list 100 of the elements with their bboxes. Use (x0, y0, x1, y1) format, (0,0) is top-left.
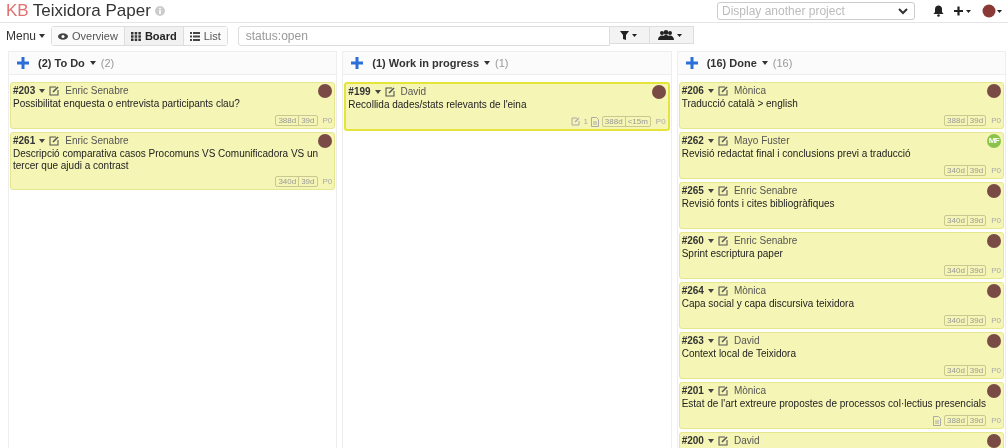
add-task-icon[interactable] (351, 57, 364, 69)
avatar-placeholder (987, 183, 1001, 198)
link-count: 1 (583, 117, 588, 126)
edit-icon[interactable] (49, 135, 60, 146)
age-label: 39d (968, 366, 985, 375)
add-task-icon[interactable] (685, 57, 698, 69)
task-card[interactable]: #203 Enric Senabre Possibilitat enquesta o entrevista participants clau? 388d 39d P0 (10, 82, 336, 129)
task-title[interactable]: Revisió fonts i cites bibliogràfiques (681, 198, 1001, 210)
assignee-name: David (733, 335, 761, 346)
task-card[interactable]: #265 Enric Senabre Revisió fonts i cites bibliogràfiques 340d 39d P0 (678, 182, 1004, 229)
task-title[interactable]: Possibilitat enquesta o entrevista participants clau? (13, 98, 333, 110)
task-id[interactable]: #206 (681, 85, 704, 96)
task-id[interactable]: #203 (13, 85, 36, 96)
task-title[interactable]: Descripció comparativa casos Procomuns VS Comunificadora VS un tercer que ajudi a contrast (13, 148, 333, 172)
task-title[interactable]: Estat de l'art extreure propostes de processos col·lectius presencials (681, 398, 1001, 410)
task-count: (16) (772, 57, 793, 69)
task-card[interactable]: #200 David (678, 432, 1004, 448)
task-id[interactable]: #262 (681, 135, 704, 146)
task-title[interactable]: Traducció català > english (681, 98, 1001, 110)
task-card[interactable]: #206 Mònica Traducció català > english 388d 39d P0 (678, 82, 1004, 129)
task-title[interactable]: Capa social y capa discursiva teixidora (681, 298, 1001, 310)
column-title[interactable]: (1) Work in progress (372, 57, 480, 69)
filter-icon (620, 30, 639, 40)
task-id[interactable]: #264 (681, 285, 704, 296)
avatar-placeholder (987, 383, 1001, 398)
column-title[interactable]: (2) To Do (38, 57, 85, 69)
task-card[interactable]: #261 Enric Senabre Descripció comparativa casos Procomuns VS Comunificadora VS un tercer que ajudi a contrast 340d 39d P0 (10, 132, 336, 190)
age-label: 340d (945, 316, 968, 325)
assignee-name: Mònica (733, 85, 768, 96)
view-tab[interactable]: List (183, 27, 227, 45)
column-title[interactable]: (16) Done (706, 57, 757, 69)
age-label: 39d (300, 116, 316, 125)
menu-button[interactable]: Menu (6, 29, 46, 43)
priority-label: P0 (322, 116, 333, 125)
assignee-name: Enric Senabre (733, 185, 799, 196)
task-title[interactable]: Sprint escriptura paper (681, 248, 1001, 260)
task-title[interactable]: Revisió redactat final i conclusions previ a traducció (681, 148, 1001, 160)
priority-label: P0 (991, 366, 1001, 375)
task-card[interactable]: #262 Mayo Fuster MF Revisió redactat final i conclusions previ a traducció 340d 39d P0 (678, 132, 1004, 179)
edit-icon[interactable] (49, 85, 60, 96)
task-title[interactable]: Context local de Teixidora (681, 348, 1001, 360)
assignee-name: Mònica (733, 385, 768, 396)
avatar-placeholder (987, 233, 1001, 248)
chevron-icon (898, 7, 908, 15)
age-label: 340d (276, 177, 300, 186)
task-count: (2) (100, 57, 115, 69)
priority-label: P0 (991, 316, 1001, 325)
list-icon (189, 31, 200, 41)
view-tab[interactable]: Board (124, 27, 184, 45)
assignee-name: David (400, 86, 428, 97)
avatar-placeholder (987, 283, 1001, 298)
task-id[interactable]: #265 (681, 185, 704, 196)
initials-avatar: MF (987, 133, 1001, 148)
edit-icon[interactable] (717, 285, 728, 296)
edit-icon[interactable] (717, 235, 728, 246)
assignee-name: Mayo Fuster (733, 135, 791, 146)
edit-icon[interactable] (717, 185, 728, 196)
edit-icon[interactable] (717, 135, 728, 146)
users-icon (658, 30, 685, 40)
plus-menu-icon[interactable] (954, 6, 972, 16)
edit-icon[interactable] (717, 435, 728, 446)
priority-label: P0 (991, 166, 1001, 175)
avatar-placeholder (987, 333, 1001, 348)
grid-icon (130, 31, 141, 41)
bell-icon[interactable] (933, 5, 944, 17)
filter-button[interactable] (609, 26, 650, 44)
age-label: 340d (945, 166, 968, 175)
assignee-name: Enric Senabre (733, 235, 799, 246)
assignee-name: Enric Senabre (65, 85, 130, 96)
task-id[interactable]: #260 (681, 235, 704, 246)
age-label: 39d (300, 177, 316, 186)
users-button[interactable] (649, 26, 694, 44)
logo: KB (6, 1, 29, 21)
add-task-icon[interactable] (17, 57, 29, 69)
task-card[interactable]: #201 Mònica Estat de l'art extreure propostes de processos col·lectius presencials 388d 39d P0 (678, 382, 1004, 429)
eye-icon (58, 32, 69, 40)
edit-icon[interactable] (384, 86, 395, 97)
task-id[interactable]: #199 (348, 86, 371, 97)
task-id[interactable]: #201 (681, 385, 704, 396)
task-card[interactable]: #263 David Context local de Teixidora 340d 39d P0 (678, 332, 1004, 379)
edit-icon[interactable] (717, 85, 728, 96)
assignee-name: Enric Senabre (65, 135, 130, 146)
external-link-icon (571, 117, 581, 126)
age-label: 39d (968, 266, 985, 275)
task-id[interactable]: #263 (681, 335, 704, 346)
task-id[interactable]: #261 (13, 135, 36, 146)
task-card[interactable]: #260 Enric Senabre Sprint escriptura paper 340d 39d P0 (678, 232, 1004, 279)
project-title: Teixidora Paper (32, 1, 151, 21)
view-tab[interactable]: Overview (52, 27, 125, 45)
task-id[interactable]: #200 (681, 435, 704, 446)
task-title[interactable]: Recollida dades/stats relevants de l'eina (348, 99, 666, 111)
avatar-placeholder (987, 83, 1001, 98)
edit-icon[interactable] (717, 385, 728, 396)
assignee-name: Mònica (733, 285, 768, 296)
edit-icon[interactable] (717, 335, 728, 346)
age-label: 340d (945, 216, 968, 225)
task-card[interactable]: #264 Mònica Capa social y capa discursiva teixidora 340d 39d P0 (678, 282, 1004, 329)
user-menu-icon[interactable] (982, 4, 1002, 18)
age-label: 388d (602, 117, 626, 126)
avatar-placeholder (987, 433, 1001, 448)
